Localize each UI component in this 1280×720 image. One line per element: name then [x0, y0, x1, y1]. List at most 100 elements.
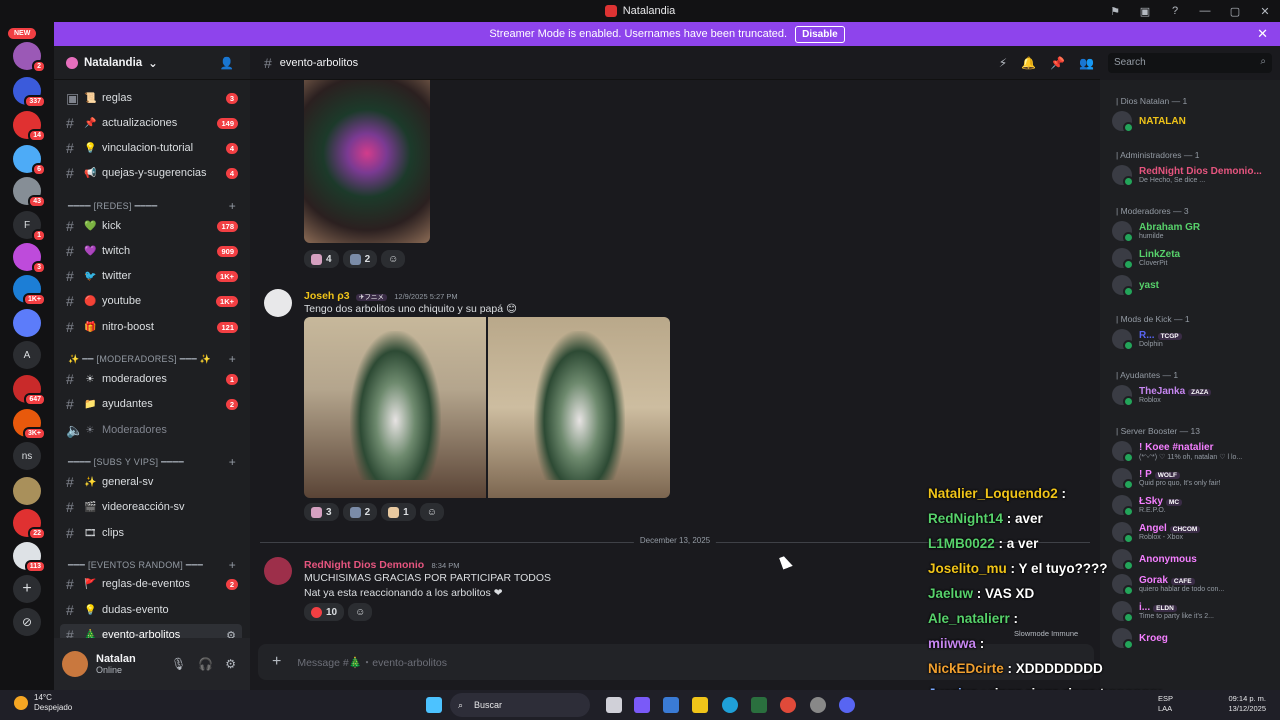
server-icon[interactable]: A — [13, 341, 41, 369]
member-item[interactable]: NATALAN — [1112, 111, 1186, 133]
channel-actualizaciones[interactable]: # 📌 actualizaciones 149 — [60, 112, 242, 134]
attach-icon[interactable]: + — [272, 653, 281, 671]
member-item[interactable]: i... ELDN Time to party like it's 2... — [1112, 601, 1214, 623]
member-item[interactable]: TheJanka ZAZA Roblox — [1112, 385, 1212, 407]
server-icon[interactable]: 3 — [13, 243, 46, 274]
store-icon[interactable] — [663, 697, 679, 713]
reaction[interactable]: 2 — [342, 250, 378, 268]
member-item[interactable]: RedNight Dios Demonio... De Hecho, Se dic… — [1112, 165, 1262, 187]
add-reaction-icon[interactable]: ☺ — [348, 603, 373, 621]
member-item[interactable]: Anonymous — [1112, 549, 1197, 571]
channel-moderadores[interactable]: # ☀ moderadores 1 — [60, 368, 242, 390]
tree-image[interactable] — [488, 317, 670, 498]
channel-videoreaccion[interactable]: # 🎬 videoreacción-sv — [60, 496, 242, 518]
inbox-icon[interactable]: ⚑ — [1100, 5, 1130, 18]
server-icon[interactable]: 647 — [13, 375, 46, 406]
category-eventos[interactable]: ━━━ [EVENTOS RANDOM] ━━━ + — [68, 557, 242, 573]
clock[interactable]: 09:14 p. m. 13/12/2025 — [1228, 694, 1266, 714]
member-item[interactable]: Angel CHCOM Roblox - Xbox — [1112, 522, 1201, 544]
windows-start-icon[interactable] — [426, 697, 442, 713]
channel-vinculacion[interactable]: # 💡 vinculacion-tutorial 4 — [60, 137, 242, 159]
server-icon[interactable]: 14 — [13, 111, 46, 142]
channel-general-sv[interactable]: # ✨ general-sv — [60, 471, 242, 493]
add-server-icon[interactable]: + — [13, 575, 41, 603]
member-item[interactable]: ! P WOLF Quid pro quo, It's only fair! — [1112, 468, 1221, 490]
discord-icon[interactable] — [839, 697, 855, 713]
server-icon[interactable] — [13, 309, 41, 337]
channel-kick[interactable]: # 💚 kick 178 — [60, 215, 242, 237]
add-channel-icon[interactable]: + — [229, 455, 236, 469]
add-channel-icon[interactable]: + — [229, 352, 236, 366]
tree-image[interactable] — [304, 317, 486, 498]
server-icon[interactable]: 1K+ — [13, 275, 46, 306]
channel-youtube[interactable]: # 🔴 youtube 1K+ — [60, 290, 242, 312]
member-item[interactable]: Gorak CAFE quiero hablar de todo con... — [1112, 574, 1224, 596]
member-item[interactable]: Kroeg — [1112, 628, 1168, 650]
avatar[interactable] — [264, 289, 292, 317]
taskbar-search[interactable]: ⌕ Buscar — [450, 693, 590, 717]
member-item[interactable]: R... TCGP Dolphin — [1112, 329, 1182, 351]
voice-channel-moderadores[interactable]: 🔈 ☀ Moderadores — [60, 419, 242, 441]
language-indicator[interactable]: ESP LAA — [1158, 694, 1173, 714]
member-item[interactable]: ! Koee #natalier (*ᵔᵕᵔ*) ♡ 11% oh, natala… — [1112, 441, 1242, 463]
category-subs[interactable]: ━━━━ [SUBS Y VIPS] ━━━━ + — [68, 454, 242, 470]
copilot-icon[interactable] — [634, 697, 650, 713]
channel-reglas-de-eventos[interactable]: # 🚩 reglas-de-eventos 2 — [60, 573, 242, 595]
add-channel-icon[interactable]: + — [229, 199, 236, 213]
member-item[interactable]: LinkZeta CloverPit — [1112, 248, 1180, 270]
headphones-icon[interactable]: 🎧 — [198, 657, 213, 671]
message-author[interactable]: Joseh ρ3 — [304, 290, 350, 302]
minimize-button[interactable]: — — [1190, 5, 1220, 17]
message-author[interactable]: RedNight Dios Demonio — [304, 559, 424, 571]
reaction[interactable]: 3 — [304, 503, 339, 521]
close-banner-icon[interactable]: ✕ — [1257, 26, 1268, 42]
member-item[interactable]: Abraham GR humilde — [1112, 221, 1200, 243]
server-icon[interactable]: 6 — [13, 145, 46, 176]
member-item[interactable]: yast — [1112, 275, 1159, 297]
close-button[interactable]: ✕ — [1250, 5, 1280, 18]
server-icon[interactable]: 43 — [13, 177, 46, 208]
help-icon[interactable]: ? — [1160, 5, 1190, 17]
threads-icon[interactable]: ⚡ — [999, 56, 1007, 70]
task-view-icon[interactable] — [606, 697, 622, 713]
category-redes[interactable]: ━━━━ [REDES] ━━━━ + — [68, 198, 242, 214]
search-input[interactable]: Search ⌕ — [1108, 53, 1272, 73]
bell-icon[interactable]: 🔔 — [1021, 56, 1036, 70]
channel-dudas-evento[interactable]: # 💡 dudas-evento — [60, 599, 242, 621]
add-channel-icon[interactable]: + — [229, 558, 236, 572]
reaction[interactable]: 10 — [304, 603, 345, 621]
screen-icon[interactable]: ▣ — [1130, 5, 1160, 18]
app-icon[interactable] — [810, 697, 826, 713]
maximize-button[interactable]: ▢ — [1220, 5, 1250, 18]
channel-twitch[interactable]: # 💜 twitch 909 — [60, 240, 242, 262]
invite-icon[interactable]: 👤 — [220, 56, 234, 70]
reaction[interactable]: 4 — [304, 250, 339, 268]
add-reaction-icon[interactable]: ☺ — [381, 250, 406, 268]
avatar[interactable] — [264, 557, 292, 585]
add-reaction-icon[interactable]: ☺ — [419, 503, 444, 521]
category-moderadores[interactable]: ✨ ━━ [MODERADORES] ━━━ ✨ + — [68, 351, 242, 367]
server-icon[interactable]: 113 — [13, 542, 46, 573]
discover-icon[interactable]: ⊘ — [13, 608, 41, 636]
channel-reglas[interactable]: ▣ 📜 reglas 3 — [60, 87, 242, 109]
pin-icon[interactable]: 📌 — [1050, 56, 1065, 70]
server-icon[interactable]: 337 — [13, 77, 46, 108]
channel-ayudantes[interactable]: # 📁 ayudantes 2 — [60, 393, 242, 415]
disable-button[interactable]: Disable — [795, 25, 845, 43]
gear-icon[interactable]: ⚙ — [225, 657, 236, 671]
channel-clips[interactable]: # 🎞 clips — [60, 522, 242, 544]
excel-icon[interactable] — [751, 697, 767, 713]
avatar[interactable] — [62, 651, 88, 677]
edge-icon[interactable] — [722, 697, 738, 713]
tree-image[interactable] — [304, 80, 430, 243]
mic-icon[interactable]: 🎙 — [171, 657, 186, 671]
member-item[interactable]: ŁSky MC R.E.P.O. — [1112, 495, 1183, 517]
server-icon[interactable] — [13, 477, 41, 505]
server-icon[interactable]: 2 — [13, 42, 46, 73]
server-header[interactable]: Natalandia ⌄ 👤 — [54, 46, 250, 80]
server-icon[interactable]: 22 — [13, 509, 46, 540]
reaction[interactable]: 1 — [381, 503, 416, 521]
channel-quejas[interactable]: # 📢 quejas-y-sugerencias 4 — [60, 162, 242, 184]
reaction[interactable]: 2 — [342, 503, 378, 521]
server-icon[interactable]: F1 — [13, 211, 46, 242]
